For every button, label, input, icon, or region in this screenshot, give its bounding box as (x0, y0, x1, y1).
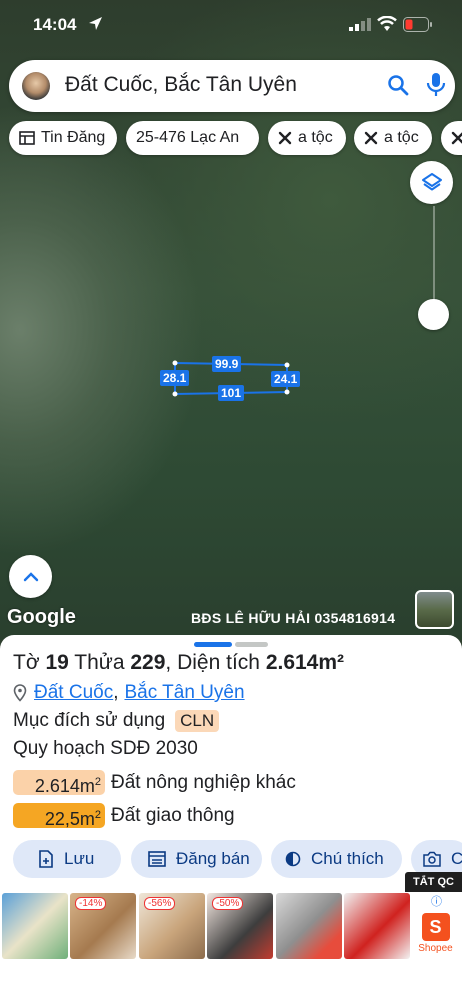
ad-product-4[interactable]: -50% (207, 893, 273, 959)
ad-product-5[interactable] (276, 893, 342, 959)
camera-icon (423, 851, 441, 867)
land-use-badge: CLN (175, 710, 220, 732)
post-sale-button[interactable]: Đăng bán (131, 840, 262, 878)
contrast-icon (285, 851, 301, 867)
battery-icon (403, 17, 432, 32)
land-use-row: Mục đích sử dụng CLN (13, 710, 220, 732)
ad-product-2[interactable]: -14% (70, 893, 136, 959)
status-bar: 14:04 (0, 0, 462, 54)
chip-a-toc-2[interactable]: a tộc (354, 121, 432, 155)
ad-product-6[interactable] (344, 893, 410, 959)
info-icon[interactable]: ⓘ (431, 893, 442, 909)
layers-icon (421, 172, 442, 190)
google-logo: Google (7, 606, 76, 628)
signal-icon (349, 18, 371, 31)
chip-more[interactable] (441, 121, 462, 155)
discount-tag: -56% (144, 897, 176, 910)
wifi-icon (377, 16, 397, 31)
discount-tag: -50% (212, 897, 244, 910)
parcel-dimension-left: 28.1 (160, 370, 190, 386)
close-ad-button[interactable]: TẮT QC (405, 872, 462, 892)
ad-banner[interactable]: TẮT QC -14% -56% -50% ⓘ S Shopee (0, 872, 462, 1000)
save-button[interactable]: Lưu (13, 840, 121, 878)
mic-icon[interactable] (425, 72, 447, 98)
area-badge: 2.614m2 (13, 770, 105, 796)
save-icon (39, 850, 53, 868)
avatar[interactable] (22, 72, 50, 100)
layers-button[interactable] (410, 161, 453, 204)
expand-sheet-button[interactable] (9, 555, 52, 598)
area-row-traffic: 22,5m2 Đất giao thông (13, 803, 235, 829)
street-view-thumbnail[interactable] (415, 590, 454, 629)
location-link-district[interactable]: Bắc Tân Uyên (124, 682, 244, 704)
shopee-bag-icon: S (421, 913, 450, 941)
parcel-dimension-top: 99.9 (212, 356, 242, 372)
listing-icon (148, 851, 166, 867)
shopee-logo[interactable]: ⓘ S Shopee (413, 893, 458, 959)
chevron-up-icon (23, 571, 38, 581)
tools-icon (278, 131, 292, 145)
chip-tin-dang[interactable]: Tin Đăng (9, 121, 117, 155)
parcel-dimension-right: 24.1 (271, 371, 301, 387)
table-icon (19, 131, 35, 145)
parcel-dimension-bottom: 101 (218, 385, 245, 401)
search-input[interactable]: Đất Cuốc, Bắc Tân Uyên (65, 73, 297, 97)
map-view[interactable]: 14:04 Đất Cuốc, Bắc Tân Uyên Tin Đăng 25… (0, 0, 462, 640)
area-badge: 22,5m2 (13, 803, 105, 829)
parcel-info-sheet: Tờ 19 Thửa 229, Diện tích 2.614m² Đất Cu… (0, 635, 462, 893)
sheet-handle-active[interactable] (194, 642, 232, 647)
location-pin-icon (13, 684, 27, 702)
ad-product-3[interactable]: -56% (139, 893, 205, 959)
opacity-slider-handle[interactable] (418, 299, 449, 330)
ad-product-1[interactable] (2, 893, 68, 959)
legend-button[interactable]: Chú thích (271, 840, 402, 878)
chip-a-toc-1[interactable]: a tộc (268, 121, 346, 155)
tools-icon (451, 131, 462, 145)
watermark: BĐS LÊ HỮU HẢI 0354816914 (191, 610, 396, 626)
location-row: Đất Cuốc, Bắc Tân Uyên (13, 682, 245, 704)
status-time: 14:04 (33, 15, 77, 34)
discount-tag: -14% (75, 897, 107, 910)
tools-icon (364, 131, 378, 145)
area-row-agricultural: 2.614m2 Đất nông nghiệp khác (13, 770, 296, 796)
location-link-ward[interactable]: Đất Cuốc (34, 682, 113, 704)
parcel-title: Tờ 19 Thửa 229, Diện tích 2.614m² (13, 651, 345, 674)
location-arrow-icon (89, 17, 102, 30)
sheet-handle[interactable] (235, 642, 268, 647)
planning-label: Quy hoạch SDĐ 2030 (13, 738, 198, 759)
search-icon[interactable] (386, 73, 410, 97)
chip-lac-an[interactable]: 25-476 Lạc An (126, 121, 259, 155)
search-bar[interactable]: Đất Cuốc, Bắc Tân Uyên (9, 60, 455, 112)
